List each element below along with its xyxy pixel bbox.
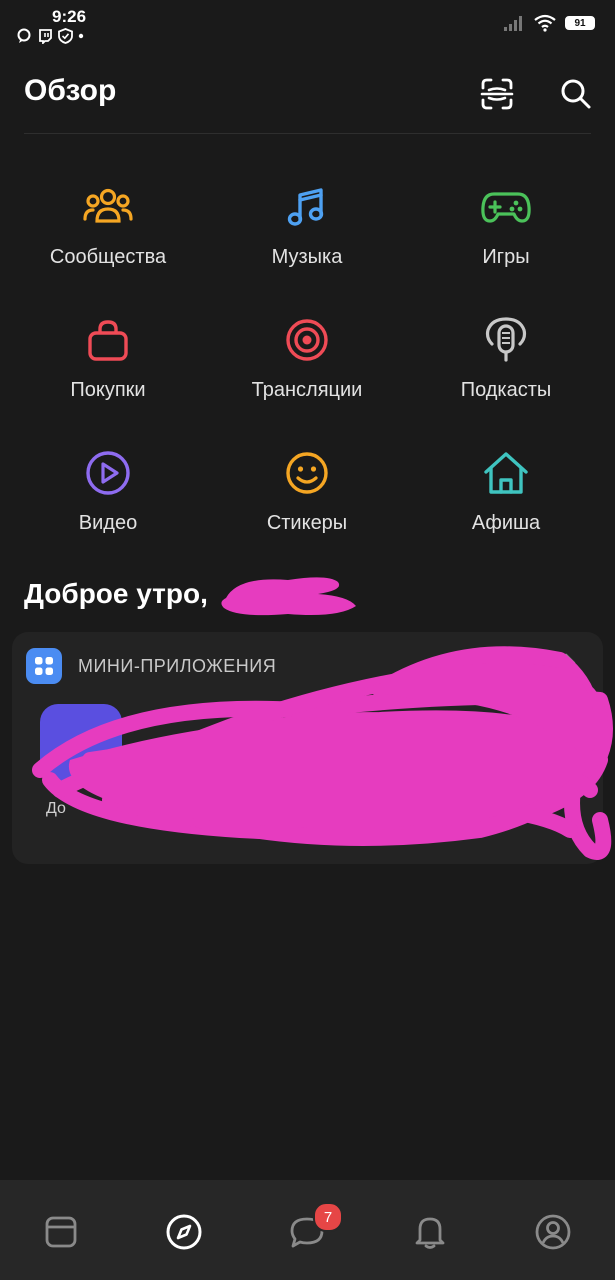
profile-icon [535,1214,571,1250]
scan-icon [480,78,514,110]
scan-button[interactable] [477,74,517,114]
communities-icon [81,180,135,234]
category-label: Стикеры [266,512,348,534]
nav-profile[interactable] [523,1202,583,1262]
gamepad-icon [479,180,533,234]
home-icon [479,446,533,500]
nav-notifications[interactable] [400,1202,460,1262]
mini-app-label: До [46,800,66,817]
nav-explore[interactable] [154,1202,214,1262]
category-label: Трансляции [251,379,363,401]
status-bar: 9:26 91 [0,0,615,50]
status-right: 91 [503,14,595,32]
category-communities[interactable]: Сообщества [8,180,208,300]
category-label: Игры [482,246,530,268]
twitch-icon [39,29,52,44]
header: Обзор [0,60,615,130]
category-label: Видео [78,512,138,534]
sticker-icon [280,446,334,500]
wifi-icon [534,14,556,32]
redaction-scribble [221,577,356,616]
mini-apps-title: МИНИ-ПРИЛОЖЕНИЯ [78,655,277,676]
bottom-navigation: 7 [0,1180,615,1280]
nav-messages[interactable]: 7 [277,1202,343,1262]
category-games[interactable]: Игры [406,180,606,300]
nav-feed[interactable] [31,1202,91,1262]
chat-notification-icon [17,28,31,43]
shield-icon [58,28,73,44]
podcast-icon [479,313,533,367]
notifications-icon [415,1217,445,1249]
page-title: Обзор [24,74,117,107]
music-icon [280,180,334,234]
search-button[interactable] [556,74,596,114]
category-shopping[interactable]: Покупки [8,313,208,433]
category-music[interactable]: Музыка [207,180,407,300]
greeting-text: Доброе утро, [24,578,208,609]
mini-apps-card[interactable]: МИНИ-ПРИЛОЖЕНИЯ До [12,632,603,864]
search-icon [561,79,591,109]
status-time: 9:26 [52,7,87,26]
broadcast-icon [280,313,334,367]
category-video[interactable]: Видео [8,446,208,566]
explore-icon [166,1214,202,1250]
category-podcasts[interactable]: Подкасты [406,313,606,433]
battery-indicator: 91 [565,16,595,30]
video-icon [81,446,135,500]
category-label: Музыка [271,246,343,268]
category-broadcasts[interactable]: Трансляции [207,313,407,433]
chevron-right-icon [564,653,576,673]
category-label: Подкасты [460,379,552,401]
category-label: Сообщества [49,246,167,268]
category-label: Афиша [471,512,541,534]
shopping-bag-icon [81,313,135,367]
feed-icon [45,1216,77,1248]
unread-badge: 7 [313,1202,343,1232]
notification-icons [16,28,84,44]
signal-icon [504,16,522,31]
category-label: Покупки [70,379,146,401]
mini-app-tile[interactable] [40,704,122,786]
apps-grid-icon [26,648,62,684]
dot-icon [78,33,84,39]
mini-apps-header: МИНИ-ПРИЛОЖЕНИЯ [26,648,276,684]
category-events[interactable]: Афиша [406,446,606,566]
category-stickers[interactable]: Стикеры [207,446,407,566]
header-divider [24,133,591,134]
